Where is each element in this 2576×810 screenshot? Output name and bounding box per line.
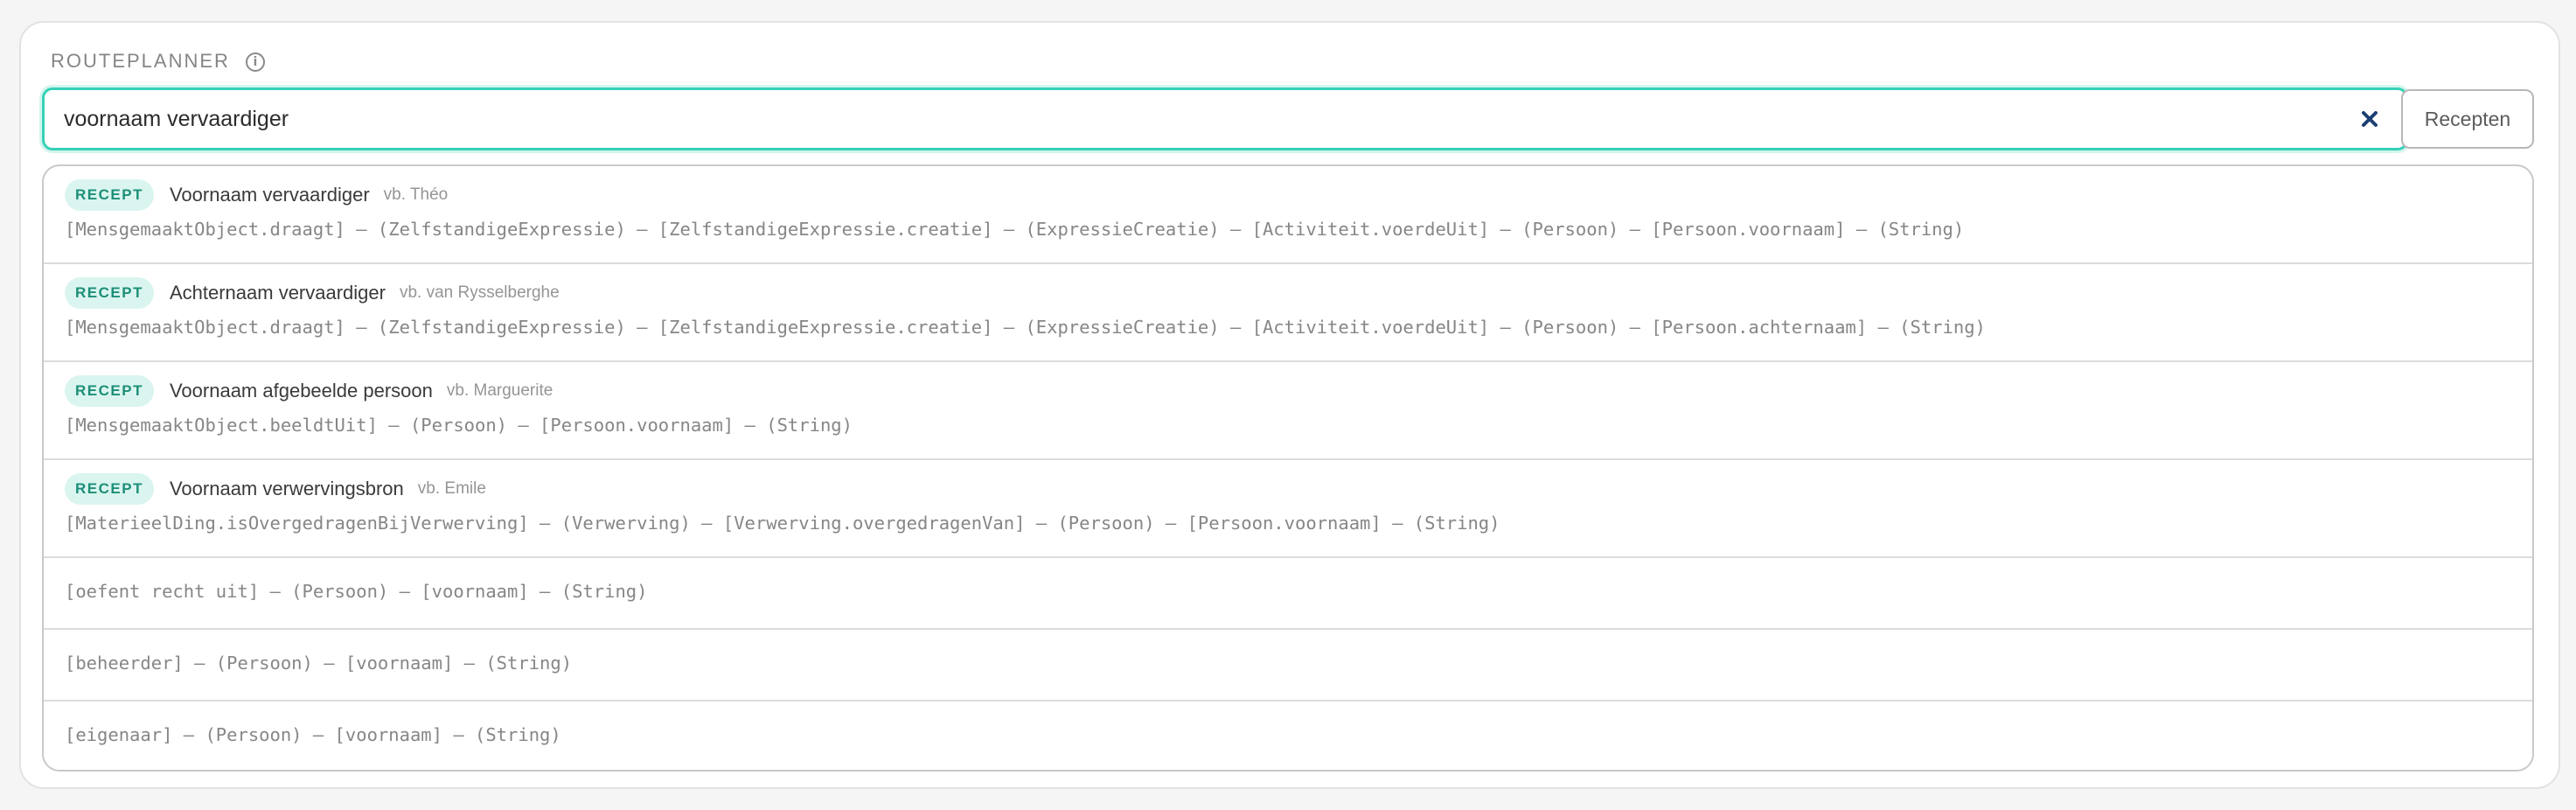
route-path: [beheerder] — (Persoon) — [voornaam] — (…: [65, 653, 573, 674]
recepten-button[interactable]: Recepten: [2401, 89, 2534, 149]
route-path: [MensgemaaktObject.beeldtUit] — (Persoon…: [65, 415, 853, 436]
close-icon[interactable]: [2357, 106, 2383, 132]
route-path: [MensgemaaktObject.draagt] — (Zelfstandi…: [65, 219, 1965, 240]
suggestion-item[interactable]: [eigenaar] — (Persoon) — [voornaam] — (S…: [44, 702, 2532, 770]
suggestion-item[interactable]: RECEPT Achternaam vervaardiger vb. van R…: [44, 264, 2532, 362]
suggestion-item[interactable]: RECEPT Voornaam verwervingsbron vb. Emil…: [44, 460, 2532, 558]
route-path: [MensgemaaktObject.draagt] — (Zelfstandi…: [65, 317, 1986, 338]
search-box: [42, 87, 2408, 150]
route-path: [oefent recht uit] — (Persoon) — [voorna…: [65, 581, 648, 602]
recept-badge: RECEPT: [65, 375, 154, 407]
suggestion-head: RECEPT Voornaam afgebeelde persoon vb. M…: [65, 375, 553, 407]
suggestion-item[interactable]: [beheerder] — (Persoon) — [voornaam] — (…: [44, 630, 2532, 702]
suggestion-item[interactable]: RECEPT Voornaam vervaardiger vb. Théo [M…: [44, 166, 2532, 264]
search-input[interactable]: [64, 90, 2302, 148]
panel-title: ROUTEPLANNER: [51, 50, 230, 72]
routeplanner-panel: ROUTEPLANNER i Recepten RECEPT Voornaam …: [19, 21, 2560, 789]
recept-badge: RECEPT: [65, 473, 154, 505]
suggestion-item[interactable]: [oefent recht uit] — (Persoon) — [voorna…: [44, 558, 2532, 630]
recipe-name: Voornaam vervaardiger: [169, 184, 370, 206]
recept-badge: RECEPT: [65, 277, 154, 309]
suggestions-dropdown: RECEPT Voornaam vervaardiger vb. Théo [M…: [42, 164, 2534, 772]
suggestion-head: RECEPT Achternaam vervaardiger vb. van R…: [65, 277, 560, 309]
recipe-example: vb. Marguerite: [446, 381, 553, 400]
recipe-name: Voornaam verwervingsbron: [169, 478, 404, 499]
panel-header: ROUTEPLANNER i: [51, 44, 265, 79]
recipe-name: Achternaam vervaardiger: [169, 282, 386, 304]
recipe-name: Voornaam afgebeelde persoon: [169, 380, 433, 402]
suggestion-item[interactable]: RECEPT Voornaam afgebeelde persoon vb. M…: [44, 362, 2532, 460]
route-path: [eigenaar] — (Persoon) — [voornaam] — (S…: [65, 724, 561, 745]
info-icon[interactable]: i: [245, 52, 265, 72]
recept-badge: RECEPT: [65, 179, 154, 211]
suggestion-head: RECEPT Voornaam verwervingsbron vb. Emil…: [65, 473, 486, 505]
route-path: [MaterieelDing.isOvergedragenBijVerwervi…: [65, 513, 1500, 534]
suggestion-head: RECEPT Voornaam vervaardiger vb. Théo: [65, 179, 448, 211]
recipe-example: vb. Théo: [383, 185, 449, 204]
recipe-example: vb. Emile: [417, 479, 486, 498]
recipe-example: vb. van Rysselberghe: [399, 283, 560, 302]
